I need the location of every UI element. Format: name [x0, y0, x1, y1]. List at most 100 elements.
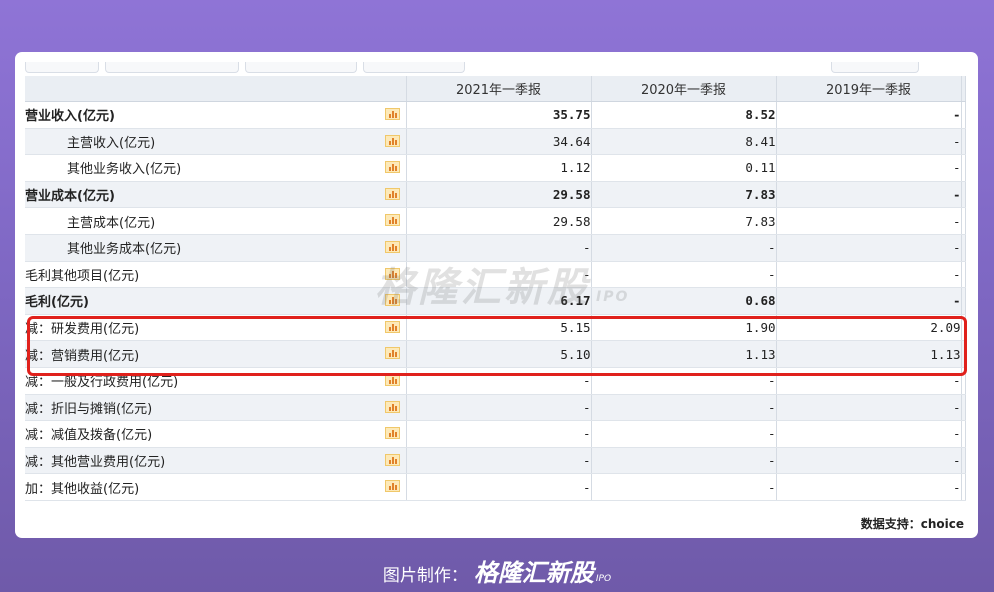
column-header[interactable]: 2020年一季报 [591, 76, 777, 102]
value-cell: - [591, 394, 777, 422]
value-cell: - [776, 234, 962, 262]
value-cell: 1.12 [406, 154, 592, 182]
value-cell: 7.83 [591, 207, 777, 235]
row-label-text: 减：一般及行政费用(亿元) [25, 375, 179, 391]
value-cell: 0.68 [591, 287, 777, 315]
bar-chart-icon[interactable] [384, 161, 400, 174]
column-header[interactable]: 2019年一季报 [776, 76, 962, 102]
row-filler [961, 261, 966, 289]
value-cell: - [776, 473, 962, 501]
value-cell: - [591, 234, 777, 262]
value-cell: - [591, 261, 777, 289]
row-filler [961, 447, 966, 475]
tab-stub[interactable] [245, 62, 357, 73]
row-filler [961, 394, 966, 422]
bar-chart-icon[interactable] [384, 480, 400, 493]
table-row: 营业成本(亿元) 29.58 7.83- [25, 181, 966, 209]
bar-chart-icon[interactable] [384, 240, 400, 253]
row-filler [961, 287, 966, 315]
row-filler [961, 367, 966, 395]
row-label: 主营收入(亿元) [25, 128, 407, 156]
row-label-text: 减：研发费用(亿元) [25, 322, 140, 338]
value-cell: - [776, 154, 962, 182]
row-label: 减：研发费用(亿元) [25, 314, 407, 342]
value-cell: - [776, 287, 962, 315]
tab-stub[interactable] [831, 62, 919, 73]
row-filler [961, 154, 966, 182]
bar-chart-icon[interactable] [384, 427, 400, 440]
row-label-text: 其他业务成本(亿元) [67, 242, 182, 258]
footer-brand-sub: IPO [595, 574, 612, 584]
row-label-text: 营业成本(亿元) [25, 189, 115, 205]
value-cell: 29.58 [406, 181, 592, 209]
row-label: 减：折旧与摊销(亿元) [25, 394, 407, 422]
table-row: 减：减值及拨备(亿元) - - - [25, 420, 966, 448]
header-filler [961, 76, 966, 102]
value-cell: - [776, 447, 962, 475]
row-filler [961, 128, 966, 156]
table-row: 营业收入(亿元) 35.75 8.52- [25, 101, 966, 129]
row-label: 减：营销费用(亿元) [25, 340, 407, 368]
row-filler [961, 420, 966, 448]
row-label: 毛利(亿元) [25, 287, 407, 315]
row-label-text: 营业收入(亿元) [25, 109, 115, 125]
row-label-text: 减：折旧与摊销(亿元) [25, 401, 153, 417]
row-label-text: 加：其他收益(亿元) [25, 481, 140, 497]
source-note: 数据支持：choice [860, 517, 964, 531]
table-row: 减：研发费用(亿元) 5.15 1.90 2.09 [25, 314, 966, 342]
bar-chart-icon[interactable] [384, 320, 400, 333]
tab-stub[interactable] [25, 62, 99, 73]
row-label-text: 减：营销费用(亿元) [25, 348, 140, 364]
value-cell: 34.64 [406, 128, 592, 156]
value-cell: - [406, 473, 592, 501]
footer-credit: 图片制作： 格隆汇新股 IPO [0, 553, 994, 588]
bar-chart-icon[interactable] [384, 347, 400, 360]
value-cell: 2.09 [776, 314, 962, 342]
value-cell: 5.10 [406, 340, 592, 368]
value-cell: 8.52 [591, 101, 777, 129]
value-cell: - [776, 420, 962, 448]
row-label: 主营成本(亿元) [25, 207, 407, 235]
tab-stub[interactable] [363, 62, 465, 73]
row-filler [961, 473, 966, 501]
row-label: 减：其他营业费用(亿元) [25, 447, 407, 475]
value-cell: - [776, 394, 962, 422]
row-filler [961, 207, 966, 235]
row-label-text: 毛利(亿元) [25, 295, 89, 311]
bar-chart-icon[interactable] [384, 214, 400, 227]
value-cell: - [406, 447, 592, 475]
row-label: 营业成本(亿元) [25, 181, 407, 209]
tab-stub[interactable] [105, 62, 239, 73]
table-row: 减：折旧与摊销(亿元) - - - [25, 394, 966, 422]
bar-chart-icon[interactable] [384, 134, 400, 147]
row-label-text: 主营成本(亿元) [67, 215, 156, 231]
bar-chart-icon[interactable] [384, 400, 400, 413]
row-filler [961, 314, 966, 342]
bar-chart-icon[interactable] [384, 453, 400, 466]
row-label: 毛利其他项目(亿元) [25, 261, 407, 289]
table-row: 毛利其他项目(亿元) - - - [25, 261, 966, 289]
table-row: 毛利(亿元) 6.17 0.68- [25, 287, 966, 315]
value-cell: - [406, 234, 592, 262]
bar-chart-icon[interactable] [384, 373, 400, 386]
bar-chart-icon[interactable] [384, 294, 400, 307]
value-cell: - [406, 367, 592, 395]
table-row: 主营收入(亿元) 34.64 8.41- [25, 128, 966, 156]
clipped-row [37, 511, 157, 517]
bar-chart-icon[interactable] [384, 187, 400, 200]
footer-brand-logo: 格隆汇新股 [473, 559, 594, 587]
row-label: 其他业务收入(亿元) [25, 154, 407, 182]
value-cell: 35.75 [406, 101, 592, 129]
table-row: 减：其他营业费用(亿元) - - - [25, 447, 966, 475]
column-header[interactable]: 2021年一季报 [406, 76, 592, 102]
value-cell: - [591, 367, 777, 395]
row-label: 加：其他收益(亿元) [25, 473, 407, 501]
row-label: 其他业务成本(亿元) [25, 234, 407, 262]
bar-chart-icon[interactable] [384, 108, 400, 120]
row-label: 营业收入(亿元) [25, 101, 407, 129]
row-label-text: 减：减值及拨备(亿元) [25, 428, 153, 444]
value-cell: - [591, 447, 777, 475]
bar-chart-icon[interactable] [384, 267, 400, 280]
row-label: 减：减值及拨备(亿元) [25, 420, 407, 448]
value-cell: 1.13 [776, 340, 962, 368]
